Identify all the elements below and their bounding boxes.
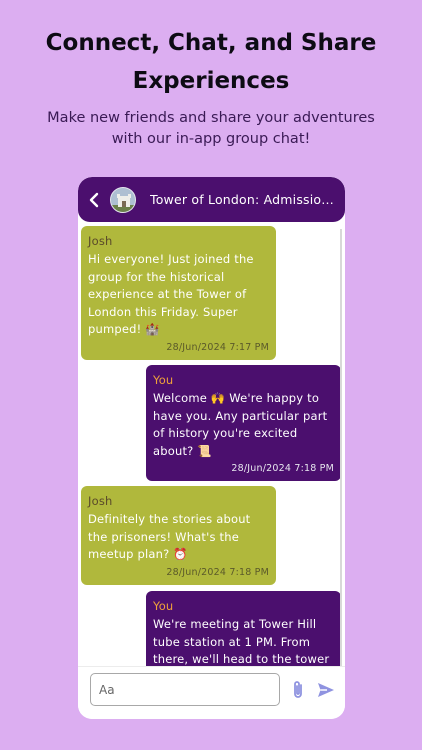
sender-name: You: [153, 373, 174, 387]
subhead-line-1: Make new friends and share your adventur…: [47, 110, 375, 126]
message-bubble-outgoing: You We're meeting at Tower Hill tube sta…: [146, 591, 341, 666]
message-input[interactable]: [90, 673, 280, 706]
subhead-line-2: with our in-app group chat!: [111, 131, 311, 147]
message-text: Welcome 🙌 We're happy to have you. Any p…: [153, 391, 332, 458]
message-text: We're meeting at Tower Hill tube station…: [153, 617, 330, 666]
chat-title: Tower of London: Admission Ticket: [150, 192, 334, 207]
message-bubble-outgoing: You Welcome 🙌 We're happy to have you. A…: [146, 365, 341, 482]
promo-subhead: Make new friends and share your adventur…: [0, 108, 422, 150]
message-bubble-incoming: Josh Definitely the stories about the pr…: [81, 486, 276, 585]
chat-screen: Tower of London: Admission Ticket Josh H…: [78, 177, 345, 719]
chat-header: Tower of London: Admission Ticket: [78, 177, 345, 222]
message-bubble-incoming: Josh Hi everyone! Just joined the group …: [81, 226, 276, 360]
message-text: Hi everyone! Just joined the group for t…: [88, 252, 258, 337]
headline-line-1: Connect, Chat, and Share: [45, 30, 377, 56]
send-icon[interactable]: [316, 680, 336, 700]
sender-name: Josh: [88, 494, 113, 508]
chevron-left-icon[interactable]: [82, 177, 106, 222]
sender-name: Josh: [88, 234, 113, 248]
paperclip-icon[interactable]: [290, 680, 306, 700]
message-composer: [78, 666, 345, 719]
headline-line-2: Experiences: [132, 68, 290, 94]
message-list[interactable]: Josh Hi everyone! Just joined the group …: [78, 222, 345, 666]
scrollbar[interactable]: [340, 229, 342, 667]
message-time: 28/Jun/2024 7:17 PM: [166, 341, 269, 353]
promo-headline: Connect, Chat, and Share Experiences: [0, 24, 422, 100]
group-avatar[interactable]: [110, 186, 136, 213]
message-time: 28/Jun/2024 7:18 PM: [166, 566, 269, 578]
message-time: 28/Jun/2024 7:18 PM: [231, 463, 334, 475]
sender-name: You: [153, 599, 174, 613]
message-text: Definitely the stories about the prisone…: [88, 512, 255, 562]
